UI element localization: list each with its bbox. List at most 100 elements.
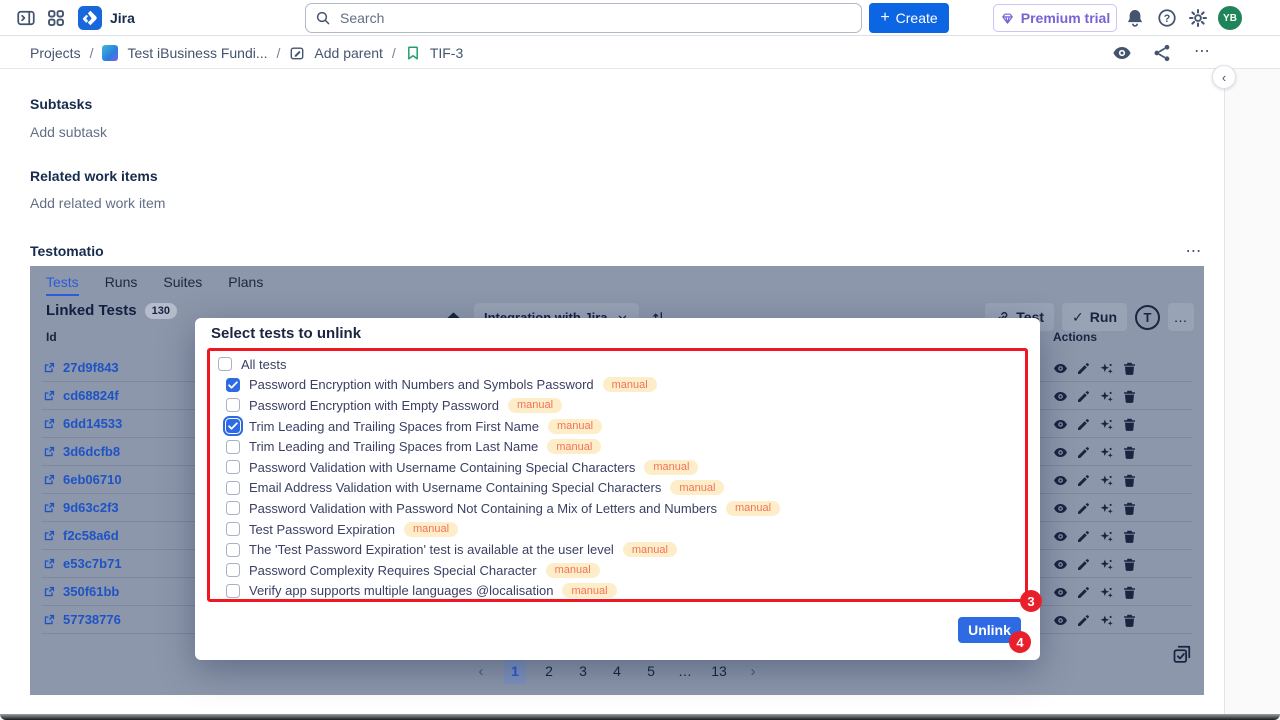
delete-icon[interactable] xyxy=(1122,445,1137,460)
user-avatar[interactable]: YB xyxy=(1218,6,1242,30)
premium-trial-button[interactable]: Premium trial xyxy=(993,4,1117,32)
unlink-test-option[interactable]: Trim Leading and Trailing Spaces from La… xyxy=(218,436,1025,457)
edit-icon[interactable] xyxy=(1076,473,1091,488)
unlink-test-option[interactable]: Password Encryption with Numbers and Sym… xyxy=(218,375,1025,396)
edit-icon[interactable] xyxy=(1076,529,1091,544)
view-icon[interactable] xyxy=(1053,389,1068,404)
share-icon[interactable] xyxy=(1152,43,1172,63)
view-icon[interactable] xyxy=(1053,585,1068,600)
page-button-2[interactable]: 2 xyxy=(538,658,560,684)
checkbox-unchecked[interactable] xyxy=(226,584,240,598)
view-icon[interactable] xyxy=(1053,529,1068,544)
view-icon[interactable] xyxy=(1053,557,1068,572)
notifications-icon[interactable] xyxy=(1125,8,1145,28)
edit-icon[interactable] xyxy=(1076,613,1091,628)
view-icon[interactable] xyxy=(1053,473,1068,488)
help-icon[interactable] xyxy=(1157,8,1177,28)
edit-icon[interactable] xyxy=(1076,361,1091,376)
delete-icon[interactable] xyxy=(1122,473,1137,488)
checkbox-unchecked[interactable] xyxy=(226,522,240,536)
delete-icon[interactable] xyxy=(1122,585,1137,600)
delete-icon[interactable] xyxy=(1122,557,1137,572)
ai-sparkles-icon[interactable] xyxy=(1099,529,1114,544)
page-next-button[interactable]: › xyxy=(742,658,764,684)
delete-icon[interactable] xyxy=(1122,361,1137,376)
ai-sparkles-icon[interactable] xyxy=(1099,501,1114,516)
collapse-panel-button[interactable]: ‹ xyxy=(1212,65,1236,89)
watch-eye-icon[interactable] xyxy=(1112,43,1132,63)
sidebar-toggle-icon[interactable] xyxy=(16,8,36,28)
view-icon[interactable] xyxy=(1053,613,1068,628)
test-id-link[interactable]: e53c7b71 xyxy=(42,556,122,571)
more-actions-icon[interactable]: ⋯ xyxy=(1192,43,1212,63)
search-input[interactable] xyxy=(305,3,862,33)
test-id-link[interactable]: 3d6dcfb8 xyxy=(42,444,120,459)
checkbox-unchecked[interactable] xyxy=(226,481,240,495)
settings-gear-icon[interactable] xyxy=(1188,8,1208,28)
testomatio-logo-icon[interactable]: T xyxy=(1135,305,1160,330)
jira-logo-icon[interactable] xyxy=(78,6,102,30)
view-icon[interactable] xyxy=(1053,501,1068,516)
view-icon[interactable] xyxy=(1053,361,1068,376)
breadcrumb-project[interactable]: Test iBusiness Fundi... xyxy=(127,45,267,61)
issue-key[interactable]: TIF-3 xyxy=(430,45,463,61)
multi-select-icon[interactable] xyxy=(1172,644,1192,664)
edit-icon[interactable] xyxy=(1076,389,1091,404)
tab-runs[interactable]: Runs xyxy=(105,274,138,296)
unlink-test-option[interactable]: Trim Leading and Trailing Spaces from Fi… xyxy=(218,416,1025,437)
checkbox-unchecked[interactable] xyxy=(218,357,232,371)
delete-icon[interactable] xyxy=(1122,613,1137,628)
page-button-4[interactable]: 4 xyxy=(606,658,628,684)
unlink-test-option[interactable]: Password Validation with Username Contai… xyxy=(218,457,1025,478)
tab-plans[interactable]: Plans xyxy=(228,274,263,296)
page-prev-button[interactable]: ‹ xyxy=(470,658,492,684)
view-icon[interactable] xyxy=(1053,445,1068,460)
unlink-test-option[interactable]: Email Address Validation with Username C… xyxy=(218,478,1025,499)
checkbox-checked[interactable] xyxy=(226,419,240,433)
checkbox-unchecked[interactable] xyxy=(226,398,240,412)
ai-sparkles-icon[interactable] xyxy=(1099,361,1114,376)
view-icon[interactable] xyxy=(1053,417,1068,432)
test-id-link[interactable]: 27d9f843 xyxy=(42,360,119,375)
ai-sparkles-icon[interactable] xyxy=(1099,557,1114,572)
unlink-test-option[interactable]: Verify app supports multiple languages @… xyxy=(218,581,1025,602)
run-button[interactable]: ✓ Run xyxy=(1062,303,1127,331)
widget-menu-icon[interactable]: ⋯ xyxy=(1183,241,1205,259)
checkbox-checked[interactable] xyxy=(226,378,240,392)
create-button[interactable]: + Create xyxy=(869,3,949,33)
ai-sparkles-icon[interactable] xyxy=(1099,473,1114,488)
add-related-link[interactable]: Add related work item xyxy=(30,195,165,211)
breadcrumb-projects[interactable]: Projects xyxy=(30,45,81,61)
widget-toolbar-more-icon[interactable]: … xyxy=(1168,303,1194,331)
page-button-3[interactable]: 3 xyxy=(572,658,594,684)
page-button-…[interactable]: … xyxy=(674,658,696,684)
test-id-link[interactable]: 6eb06710 xyxy=(42,472,122,487)
ai-sparkles-icon[interactable] xyxy=(1099,417,1114,432)
checkbox-unchecked[interactable] xyxy=(226,440,240,454)
test-id-link[interactable]: 57738776 xyxy=(42,612,121,627)
tab-tests[interactable]: Tests xyxy=(46,274,79,296)
unlink-test-option[interactable]: The 'Test Password Expiration' test is a… xyxy=(218,539,1025,560)
test-id-link[interactable]: 350f61bb xyxy=(42,584,119,599)
checkbox-unchecked[interactable] xyxy=(226,460,240,474)
ai-sparkles-icon[interactable] xyxy=(1099,613,1114,628)
ai-sparkles-icon[interactable] xyxy=(1099,445,1114,460)
app-switcher-icon[interactable] xyxy=(46,8,66,28)
edit-icon[interactable] xyxy=(1076,417,1091,432)
unlink-test-option[interactable]: Password Complexity Requires Special Cha… xyxy=(218,560,1025,581)
unlink-test-option[interactable]: All tests xyxy=(218,354,1025,375)
unlink-test-option[interactable]: Password Encryption with Empty Passwordm… xyxy=(218,395,1025,416)
checkbox-unchecked[interactable] xyxy=(226,543,240,557)
delete-icon[interactable] xyxy=(1122,501,1137,516)
checkbox-unchecked[interactable] xyxy=(226,563,240,577)
edit-icon[interactable] xyxy=(1076,501,1091,516)
page-button-5[interactable]: 5 xyxy=(640,658,662,684)
ai-sparkles-icon[interactable] xyxy=(1099,585,1114,600)
unlink-test-option[interactable]: Test Password Expirationmanual xyxy=(218,519,1025,540)
edit-icon[interactable] xyxy=(1076,557,1091,572)
test-id-link[interactable]: cd68824f xyxy=(42,388,119,403)
test-id-link[interactable]: 9d63c2f3 xyxy=(42,500,119,515)
edit-icon[interactable] xyxy=(1076,445,1091,460)
checkbox-unchecked[interactable] xyxy=(226,501,240,515)
unlink-test-option[interactable]: Password Validation with Password Not Co… xyxy=(218,498,1025,519)
